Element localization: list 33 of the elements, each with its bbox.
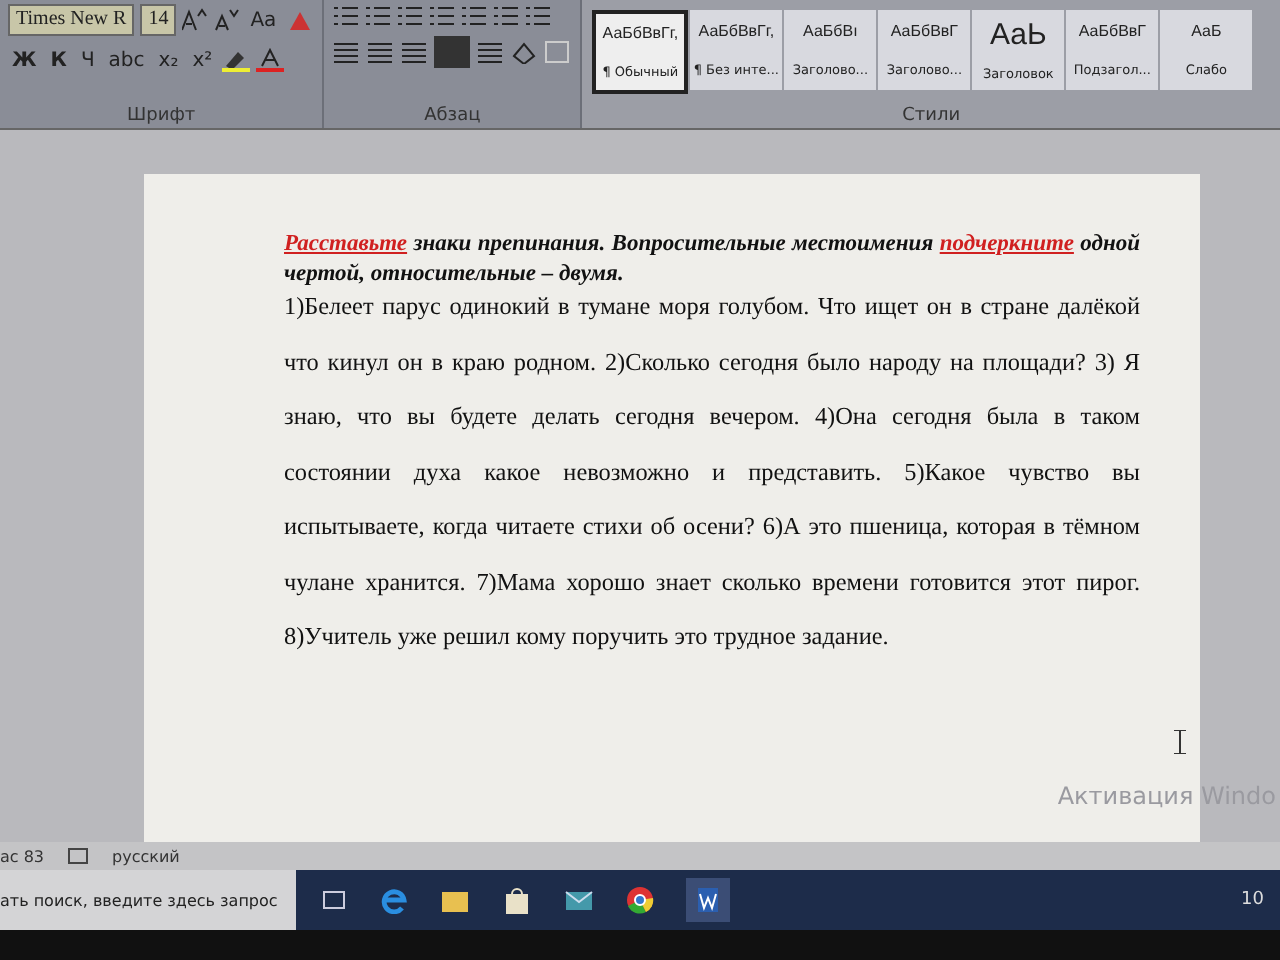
format-button[interactable]: Ж [8, 44, 41, 76]
format-button[interactable]: Ч [76, 44, 99, 76]
folder-icon[interactable] [440, 886, 470, 914]
format-button[interactable]: x₂ [154, 44, 183, 76]
shrink-font-icon[interactable] [214, 8, 241, 32]
change-case-button[interactable]: Aa [246, 4, 281, 36]
language-indicator[interactable]: русский [112, 847, 180, 865]
word-count[interactable]: ас 83 [0, 847, 45, 865]
task-view-icon[interactable] [320, 886, 348, 914]
shopping-bag-icon[interactable] [502, 885, 532, 915]
highlight-icon[interactable] [222, 48, 251, 72]
format-button[interactable]: x² [188, 44, 217, 76]
bullet-list-icon[interactable] [332, 4, 359, 28]
word-app-icon[interactable] [686, 878, 730, 922]
group-label: Стили [900, 106, 963, 128]
text-cursor-icon [1172, 730, 1188, 754]
group-label: Абзац [422, 106, 483, 128]
proofing-icon[interactable] [68, 848, 89, 864]
group-label: Шрифт [125, 106, 198, 128]
grow-font-icon[interactable] [182, 8, 209, 32]
instruction-text: Расставьте знаки препинания. Вопросительные местоимения подчеркните одной чертой, относительные – двумя. [284, 230, 1140, 290]
format-button[interactable]: abc [104, 44, 149, 76]
exercise-text: 1)Белеет парус одинокий в тумане моря голубом. Что ищет он в стране далёкой что кинул он в краю родном. 2)Сколько сегодня было народу на площади? 3) Я знаю, что вы будете делать сегодня вечером. 4)Она сегодня была в таком состоянии духа какое невозможно и представить. 5)Какое чувство вы испытываете, когда читаете стихи об осени? 6)А это пшеница, которая в тёмном чулане хранится. 7)Мама хорошо знает сколько времени готовится этот пирог. 8)Учитель уже решил кому поручить это трудное задание. [284, 290, 1140, 654]
mail-icon[interactable] [564, 886, 594, 914]
font-size-field[interactable]: 14 [140, 4, 177, 36]
font-name-field[interactable]: Times New R [8, 4, 135, 36]
chrome-icon[interactable] [626, 886, 654, 914]
format-button[interactable]: К [46, 44, 71, 76]
clock-text[interactable]: 10 [1241, 890, 1280, 910]
search-field[interactable]: ать поиск, введите здесь запрос [0, 870, 296, 930]
align-left-icon[interactable] [332, 40, 361, 64]
browser-icon[interactable] [380, 886, 408, 914]
font-color-icon[interactable] [256, 48, 285, 72]
